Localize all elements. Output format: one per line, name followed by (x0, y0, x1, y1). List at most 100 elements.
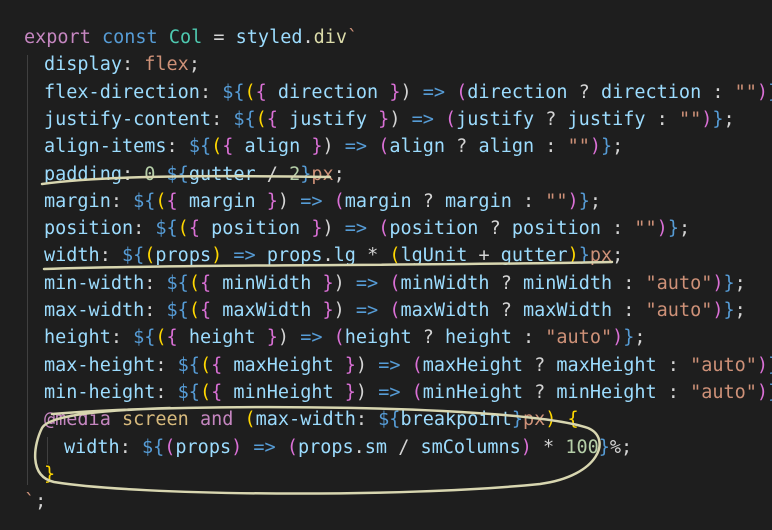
code-token: * (531, 436, 566, 458)
code-token: ${ (222, 81, 245, 103)
code-token: ) (756, 354, 769, 376)
code-token: minHeight (556, 381, 657, 403)
code-line[interactable]: min-width: ${({ minWidth }) => (minWidth… (0, 270, 772, 297)
code-token: ( (164, 436, 176, 458)
code-line[interactable]: } (0, 461, 772, 488)
code-token: => (300, 327, 323, 349)
code-token: ( (144, 245, 156, 267)
code-line[interactable]: min-height: ${({ minHeight }) => (minHei… (0, 379, 772, 406)
code-token: { (166, 327, 178, 349)
code-token: minWidth (222, 272, 312, 294)
code-token: / (387, 436, 421, 458)
code-token: ) (389, 108, 412, 130)
code-token: justify (567, 108, 646, 130)
code-token: => (355, 300, 379, 321)
code-line[interactable]: height: ${({ height }) => (height ? heig… (0, 324, 772, 351)
code-token: ) (355, 354, 379, 376)
code-token: props (266, 245, 323, 267)
code-token: ( (333, 327, 345, 349)
code-token: "" (734, 81, 757, 103)
code-token: ; (333, 163, 345, 185)
code-token: } (378, 108, 390, 130)
code-token: => (378, 354, 401, 376)
code-token: : (701, 81, 735, 103)
code-token: px (311, 163, 334, 185)
code-token: ) (656, 218, 668, 240)
code-line[interactable]: @media screen and (max-width: ${breakpoi… (0, 406, 772, 433)
code-token: max-width (44, 300, 145, 321)
code-token: ) (756, 81, 769, 103)
code-token: => (233, 245, 256, 267)
code-token: { (199, 272, 212, 294)
code-line[interactable]: margin: ${({ margin }) => (margin ? marg… (0, 188, 772, 215)
code-line[interactable]: `; (0, 488, 772, 515)
code-token: } (322, 272, 334, 294)
code-token: props (155, 245, 212, 267)
code-token: ? (489, 272, 523, 294)
code-line[interactable]: max-height: ${({ maxHeight }) => (maxHei… (0, 352, 772, 379)
code-token: %; (609, 436, 633, 458)
code-token: ${ (121, 245, 145, 267)
code-token: maxWidth (222, 300, 312, 321)
code-token: ( (389, 272, 401, 294)
code-line[interactable]: align-items: ${({ align }) => (align ? a… (0, 133, 772, 160)
code-token: ${ (166, 300, 189, 321)
code-line[interactable]: display: flex; (0, 51, 772, 78)
code-token: "" (634, 218, 657, 240)
code-token: : (166, 136, 189, 158)
code-token: ( (199, 354, 212, 376)
code-line[interactable]: width: ${(props) => (props.sm / smColumn… (0, 434, 772, 461)
code-token: = (202, 27, 236, 48)
code-token: ? (411, 190, 446, 212)
code-token: "auto" (690, 354, 757, 376)
code-line[interactable]: export const Col = styled.div` (0, 24, 772, 51)
code-token: ; (678, 218, 691, 240)
code-token: direction (467, 81, 568, 103)
code-token: : (144, 300, 167, 321)
code-token: breakpoint (400, 409, 512, 431)
code-token: => (411, 108, 434, 130)
code-token: ; (35, 491, 47, 513)
code-token: ${ (378, 409, 401, 431)
code-token: px (522, 409, 546, 431)
code-token: 2 (289, 163, 301, 185)
code-token: ( (378, 136, 390, 158)
code-token: : (656, 354, 691, 376)
code-token: => (344, 136, 368, 158)
code-line[interactable]: flex-direction: ${({ direction }) => (di… (0, 79, 772, 106)
code-line[interactable]: max-width: ${({ maxWidth }) => (maxWidth… (0, 297, 772, 324)
code-token: : (99, 245, 122, 267)
code-token: padding (44, 163, 122, 185)
code-token: ${ (155, 218, 178, 240)
code-line[interactable]: padding: 0 ${gutter / 2}px; (0, 161, 772, 188)
code-token: } (266, 327, 278, 349)
code-token: align (244, 136, 301, 158)
code-token: : (121, 163, 145, 185)
code-token: ) (322, 136, 345, 158)
code-line[interactable]: width: ${(props) => props.lg * (lgUnit +… (0, 242, 772, 269)
code-token: "" (567, 136, 590, 158)
code-token: : (133, 218, 156, 240)
code-token: } (601, 136, 613, 158)
code-token: maxWidth (523, 300, 613, 321)
code-token: props (297, 436, 354, 458)
code-token: "" (545, 190, 568, 212)
code-token: ) (712, 272, 724, 294)
code-token: screen (121, 409, 189, 431)
code-editor[interactable]: export const Col = styled.div` display: f… (0, 0, 772, 530)
code-line[interactable]: position: ${({ position }) => (position … (0, 215, 772, 242)
code-token: : (110, 327, 134, 349)
code-token: + (467, 245, 501, 267)
code-line[interactable]: justify-content: ${({ justify }) => (jus… (0, 106, 772, 133)
code-token: ${ (177, 354, 200, 376)
code-token: } (578, 190, 590, 212)
